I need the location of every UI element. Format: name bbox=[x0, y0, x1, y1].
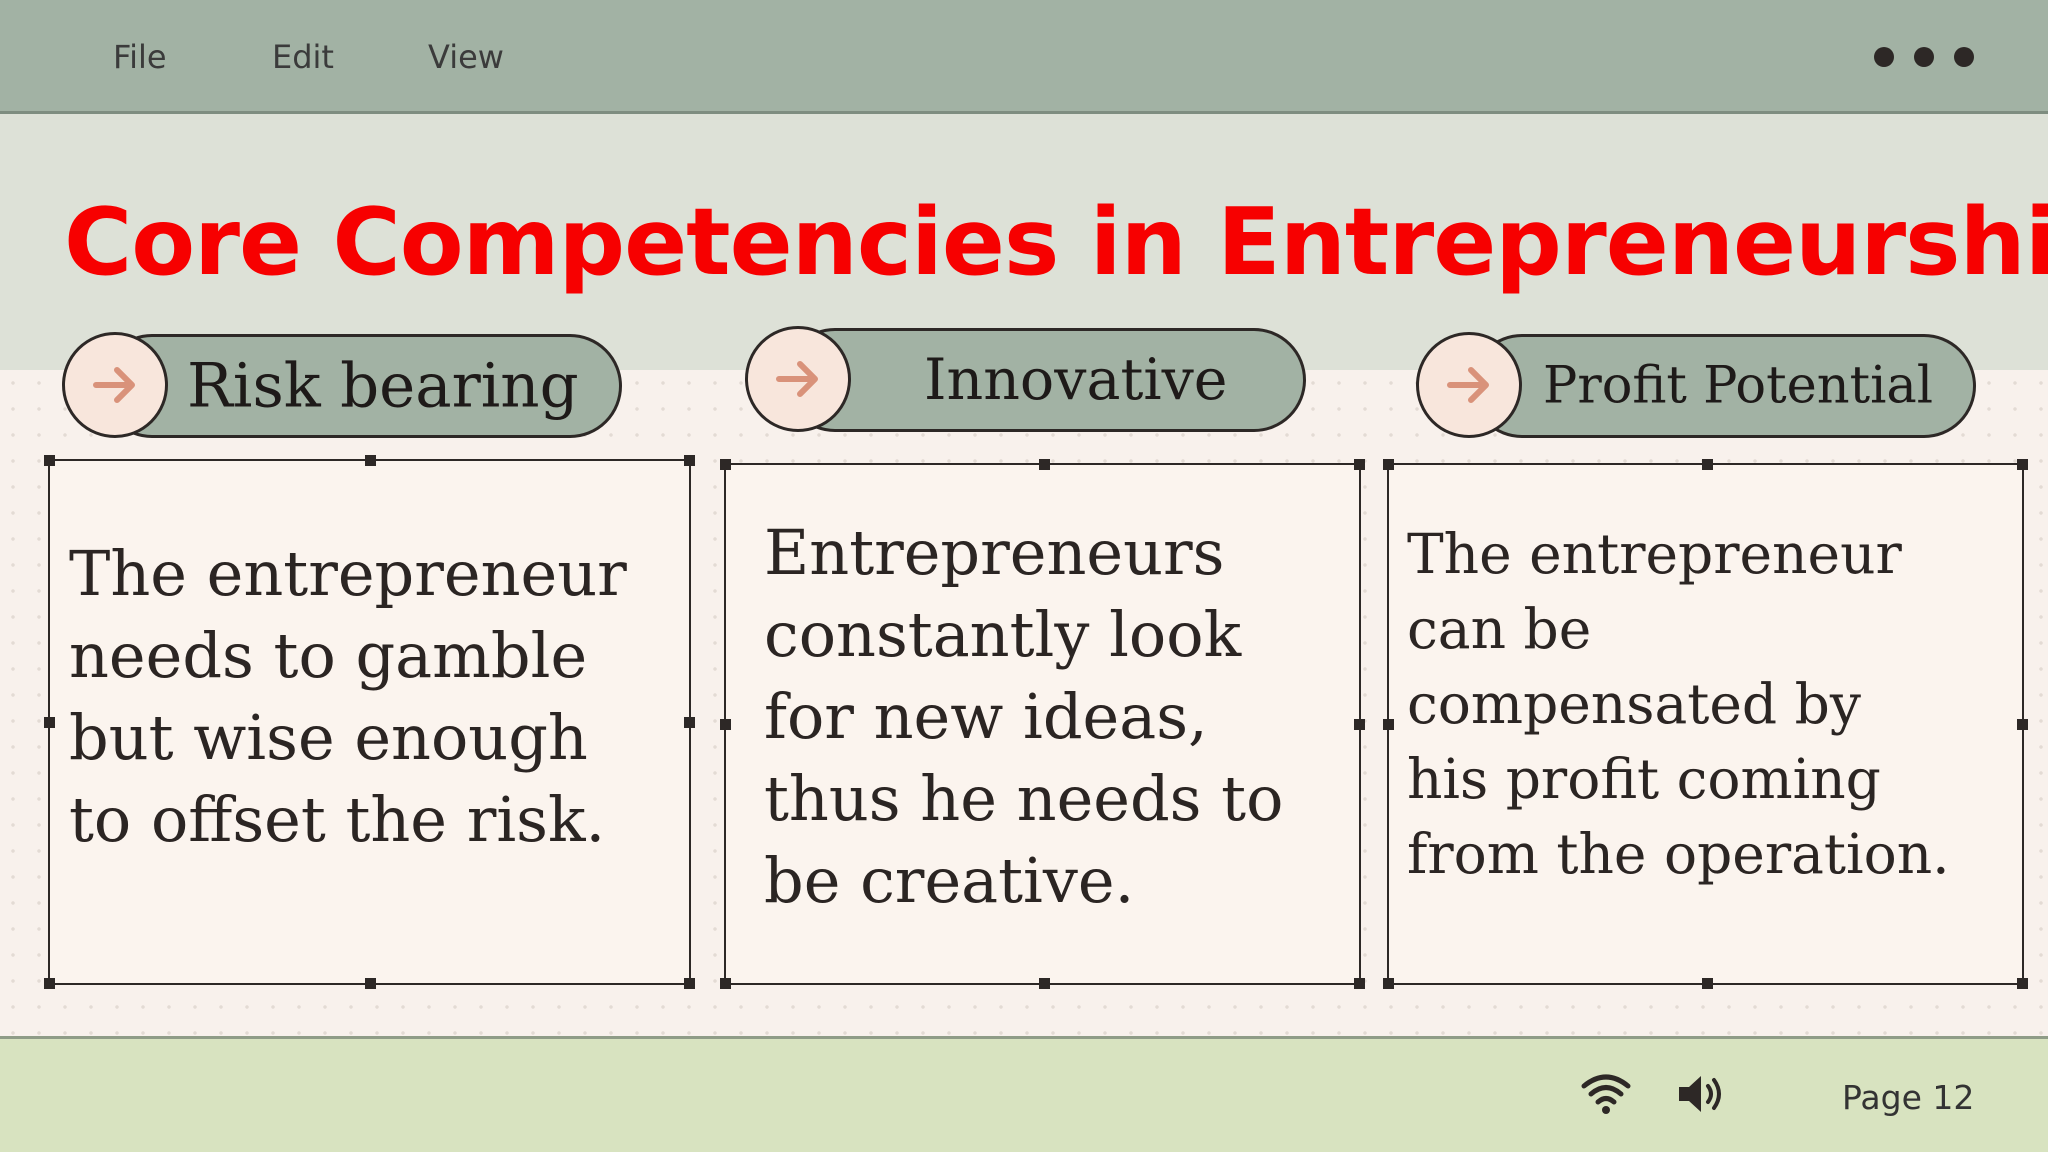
resize-handle[interactable] bbox=[2017, 978, 2028, 989]
status-bar bbox=[0, 1036, 2048, 1152]
profit-potential-label: Profit Potential bbox=[1543, 356, 1934, 416]
resize-handle[interactable] bbox=[1039, 459, 1050, 470]
resize-handle[interactable] bbox=[2017, 719, 2028, 730]
resize-handle[interactable] bbox=[1383, 719, 1394, 730]
resize-handle[interactable] bbox=[365, 455, 376, 466]
resize-handle[interactable] bbox=[365, 978, 376, 989]
arrow-right-icon bbox=[62, 332, 168, 438]
arrow-right-icon bbox=[1416, 332, 1522, 438]
arrow-right-icon bbox=[745, 326, 851, 432]
resize-handle[interactable] bbox=[1702, 978, 1713, 989]
innovative-header: Innovative bbox=[783, 328, 1306, 432]
page-indicator: Page 12 bbox=[1842, 1078, 1975, 1117]
risk-bearing-header: Risk bearing bbox=[100, 334, 622, 438]
resize-handle[interactable] bbox=[720, 978, 731, 989]
slide-title: Core Competencies in Entrepreneurship bbox=[64, 188, 2048, 296]
innovative-label: Innovative bbox=[924, 347, 1228, 413]
resize-handle[interactable] bbox=[44, 978, 55, 989]
resize-handle[interactable] bbox=[1383, 459, 1394, 470]
resize-handle[interactable] bbox=[44, 717, 55, 728]
profit-potential-body: The entrepreneur can be compensated by his … bbox=[1407, 522, 1950, 886]
resize-handle[interactable] bbox=[1383, 978, 1394, 989]
resize-handle[interactable] bbox=[1354, 978, 1365, 989]
resize-handle[interactable] bbox=[1354, 719, 1365, 730]
resize-handle[interactable] bbox=[1039, 978, 1050, 989]
resize-handle[interactable] bbox=[1354, 459, 1365, 470]
volume-icon[interactable] bbox=[1676, 1073, 1726, 1115]
resize-handle[interactable] bbox=[720, 459, 731, 470]
profit-potential-header: Profit Potential bbox=[1470, 334, 1976, 438]
wifi-icon[interactable] bbox=[1580, 1072, 1632, 1116]
resize-handle[interactable] bbox=[2017, 459, 2028, 470]
menu-view[interactable]: View bbox=[428, 38, 504, 76]
menu-bar: File Edit View bbox=[0, 0, 2048, 114]
resize-handle[interactable] bbox=[1702, 459, 1713, 470]
menu-file[interactable]: File bbox=[113, 38, 167, 76]
more-dots-icon[interactable] bbox=[1868, 40, 1978, 74]
resize-handle[interactable] bbox=[720, 719, 731, 730]
innovative-body: Entrepreneurs constantly look for new idea… bbox=[764, 516, 1284, 917]
risk-bearing-body: The entrepreneur needs to gamble but wise … bbox=[69, 537, 627, 856]
resize-handle[interactable] bbox=[44, 455, 55, 466]
resize-handle[interactable] bbox=[684, 978, 695, 989]
resize-handle[interactable] bbox=[684, 455, 695, 466]
risk-bearing-label: Risk bearing bbox=[187, 350, 579, 422]
menu-edit[interactable]: Edit bbox=[272, 38, 334, 76]
